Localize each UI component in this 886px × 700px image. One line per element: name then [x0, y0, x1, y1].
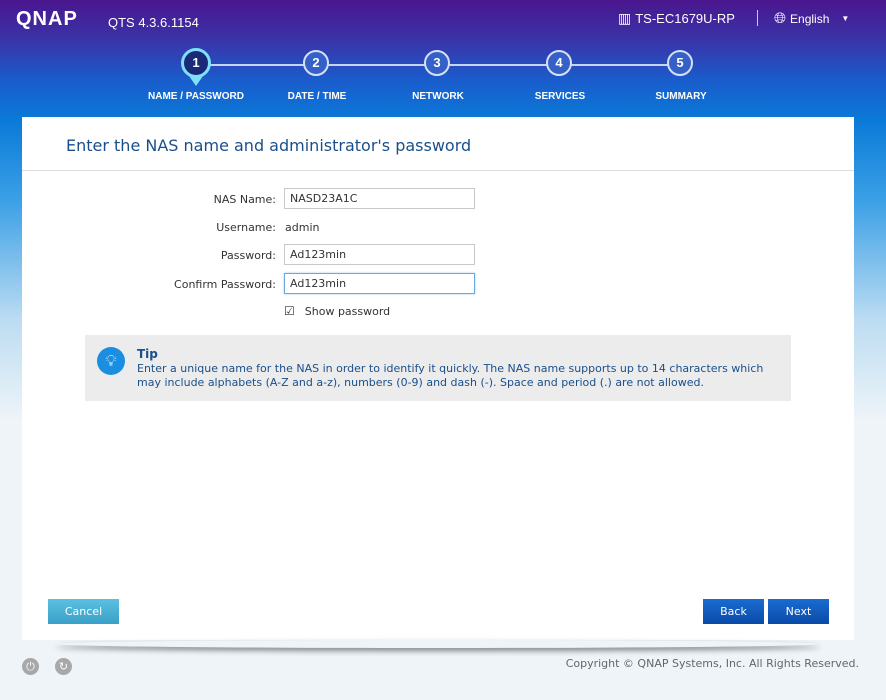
- divider: [22, 170, 854, 171]
- show-password-option[interactable]: ☑ Show password: [284, 304, 390, 318]
- chevron-down-icon: ▼: [841, 14, 850, 23]
- power-icon[interactable]: ⏻: [22, 658, 39, 675]
- password-label: Password:: [220, 249, 276, 262]
- next-button[interactable]: Next: [768, 599, 829, 624]
- step-label: SERVICES: [534, 91, 586, 102]
- panel-shadow: [56, 640, 820, 648]
- username-label: Username:: [216, 221, 276, 234]
- copyright: Copyright © QNAP Systems, Inc. All Right…: [565, 657, 859, 670]
- cancel-button[interactable]: Cancel: [48, 599, 119, 624]
- step-4: 4: [546, 50, 572, 76]
- step-label: NETWORK: [412, 91, 464, 102]
- restart-icon[interactable]: ↻: [55, 658, 72, 675]
- nas-name-label: NAS Name:: [213, 193, 276, 206]
- confirm-password-input[interactable]: [284, 273, 475, 294]
- tip-text: Enter a unique name for the NAS in order…: [137, 362, 764, 389]
- lightbulb-icon: 💡︎: [97, 347, 125, 375]
- model-info: ▥ TS-EC1679U-RP: [618, 10, 735, 26]
- username-value: admin: [285, 221, 320, 234]
- step-1: 1: [181, 48, 211, 78]
- wizard-steps: 1 2 3 4 5 NAME / PASSWORD DATE / TIME NE…: [0, 48, 886, 110]
- step-5: 5: [667, 50, 693, 76]
- server-icon: ▥: [618, 10, 632, 26]
- page-title: Enter the NAS name and administrator's p…: [66, 136, 472, 155]
- step-2: 2: [303, 50, 329, 76]
- step-label: SUMMARY: [655, 91, 707, 102]
- tip-title: Tip: [137, 347, 158, 361]
- divider: [757, 10, 758, 26]
- qnap-logo: QNAP: [16, 8, 78, 30]
- version-label: QTS 4.3.6.1154: [108, 15, 199, 30]
- tip-box: 💡︎ Tip Enter a unique name for the NAS i…: [85, 335, 791, 401]
- active-step-pointer: [189, 76, 203, 86]
- globe-icon: 🌐︎: [774, 10, 787, 27]
- confirm-password-label: Confirm Password:: [174, 278, 276, 291]
- language-selector[interactable]: 🌐︎ English ▼: [774, 10, 849, 27]
- step-label: NAME / PASSWORD: [148, 91, 244, 102]
- step-label: DATE / TIME: [287, 91, 347, 102]
- step-3: 3: [424, 50, 450, 76]
- password-input[interactable]: [284, 244, 475, 265]
- checkbox-checked-icon[interactable]: ☑: [284, 304, 295, 318]
- nas-name-input[interactable]: [284, 188, 475, 209]
- wizard-panel: Enter the NAS name and administrator's p…: [22, 117, 854, 640]
- back-button[interactable]: Back: [703, 599, 764, 624]
